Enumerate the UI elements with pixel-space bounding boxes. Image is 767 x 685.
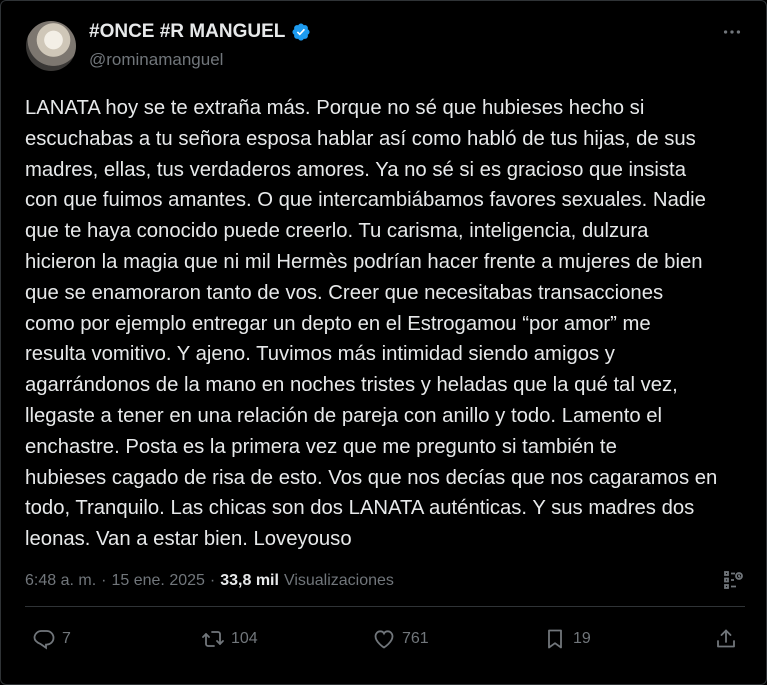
heart-icon [374, 630, 394, 649]
tweet-text: LANATA hoy se te extraña más. Porque no … [25, 97, 718, 551]
tweet-date[interactable]: 15 ene. 2025 [111, 572, 204, 590]
bookmark-button[interactable]: 19 [543, 627, 591, 651]
author-display-name[interactable]: #ONCE #R MANGUEL [89, 21, 285, 43]
author-name-row[interactable]: #ONCE #R MANGUEL [89, 21, 311, 43]
bookmark-count: 19 [573, 630, 591, 647]
retweet-icon [202, 631, 224, 647]
analytics-icon[interactable] [721, 568, 745, 592]
divider [25, 606, 745, 607]
like-count: 761 [402, 630, 429, 647]
author-handle[interactable]: @rominamanguel [89, 50, 223, 70]
bookmark-icon [548, 629, 562, 649]
views-count: 33,8 mil [220, 572, 279, 589]
more-options-icon[interactable] [717, 21, 747, 41]
meta-separator: · [101, 572, 107, 589]
share-button[interactable] [714, 627, 738, 651]
tweet-time[interactable]: 6:48 a. m. [25, 572, 96, 590]
meta-separator: · [209, 572, 216, 589]
share-icon [717, 629, 735, 648]
action-bar: 7 104 761 19 [1, 627, 767, 661]
views-label: Visualizaciones [283, 572, 394, 589]
like-button[interactable]: 761 [372, 627, 429, 651]
verified-badge-icon [292, 23, 310, 41]
tweet-card: #ONCE #R MANGUEL @rominamanguel LANATA h… [0, 0, 767, 685]
reply-icon [33, 630, 55, 650]
reply-count: 7 [62, 630, 71, 647]
retweet-count: 104 [231, 630, 258, 647]
reply-button[interactable]: 7 [32, 627, 71, 651]
tweet-meta: 6:48 a. m. · 15 ene. 2025 · 33,8 mil Vis… [25, 572, 394, 590]
retweet-button[interactable]: 104 [201, 627, 258, 651]
avatar[interactable] [26, 21, 76, 71]
